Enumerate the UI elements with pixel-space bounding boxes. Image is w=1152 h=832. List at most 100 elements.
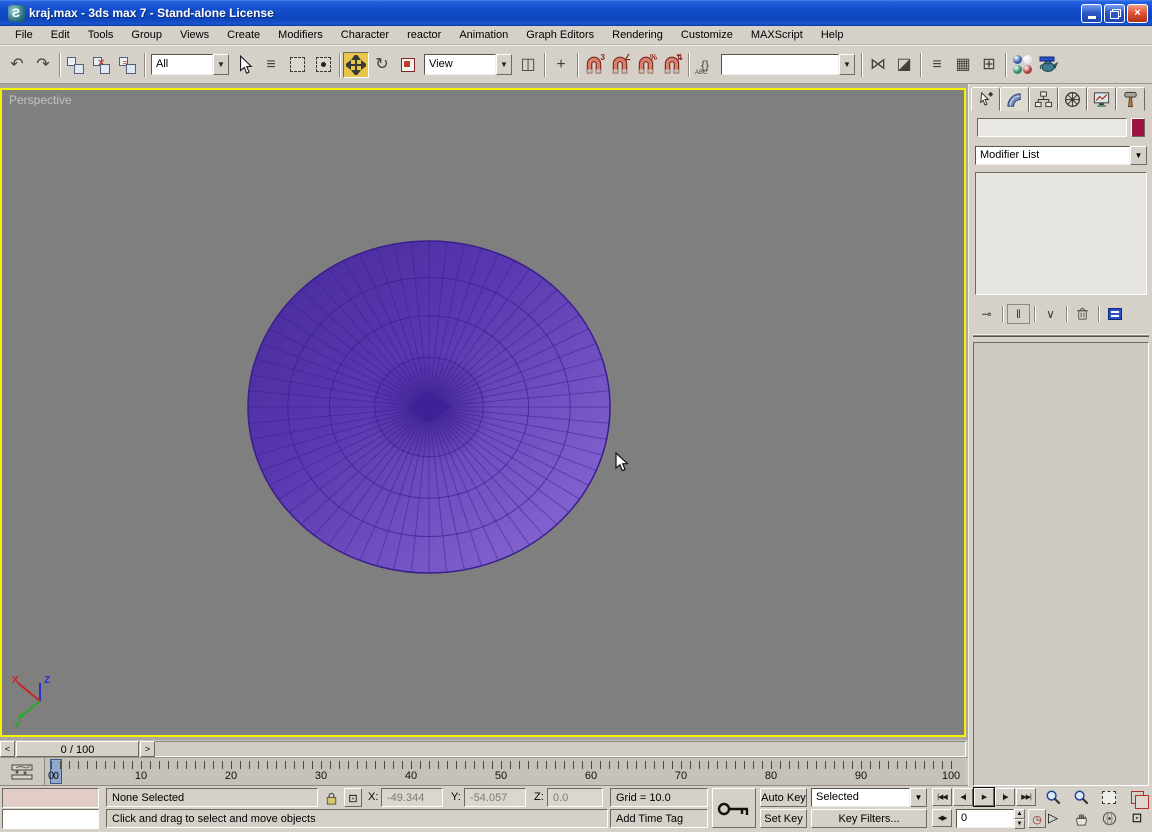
select-and-move-icon[interactable] <box>343 52 369 78</box>
absolute-offset-toggle-icon[interactable]: ⊡ <box>344 788 362 807</box>
tab-motion[interactable] <box>1058 87 1087 111</box>
remove-modifier-button[interactable] <box>1071 304 1094 324</box>
set-key-button[interactable]: Set Key <box>760 809 807 828</box>
chevron-down-icon[interactable]: ▼ <box>1130 146 1147 165</box>
use-pivot-point-center-icon[interactable]: ◫ <box>515 52 541 78</box>
menu-character[interactable]: Character <box>332 27 398 43</box>
menu-rendering[interactable]: Rendering <box>603 27 672 43</box>
menu-maxscript[interactable]: MAXScript <box>742 27 812 43</box>
open-mini-curve-editor-button[interactable] <box>4 761 40 783</box>
menu-customize[interactable]: Customize <box>672 27 742 43</box>
go-to-end-button[interactable]: ▶▶| <box>1016 788 1036 806</box>
menu-animation[interactable]: Animation <box>450 27 517 43</box>
key-mode-toggle-button[interactable]: ◀▶ <box>932 809 952 827</box>
chevron-down-icon[interactable]: ▼ <box>839 54 855 75</box>
selection-filter-dropdown[interactable]: All▼ <box>151 54 229 75</box>
time-slider-next-button[interactable]: > <box>140 741 155 757</box>
show-end-result-button[interactable]: ‖ <box>1007 304 1030 324</box>
previous-frame-button[interactable]: ◀| <box>953 788 973 806</box>
modifier-list-dropdown[interactable]: Modifier List ▼ <box>975 146 1147 165</box>
spinner-snap-icon[interactable]: ⇅ <box>659 52 685 78</box>
key-filter-selection-dropdown[interactable]: Selected ▼ <box>811 788 927 807</box>
reference-coordinate-dropdown[interactable]: View▼ <box>424 54 512 75</box>
menu-edit[interactable]: Edit <box>42 27 79 43</box>
menu-views[interactable]: Views <box>171 27 218 43</box>
title-bar[interactable]: S kraj.max - 3ds max 7 - Stand-alone Lic… <box>0 0 1152 26</box>
add-time-tag[interactable]: Add Time Tag <box>610 809 708 828</box>
field-of-view-icon[interactable]: ▷ <box>1040 809 1066 827</box>
tab-modify[interactable] <box>1000 87 1029 112</box>
tab-display[interactable] <box>1087 87 1116 111</box>
make-unique-button[interactable]: ∨ <box>1039 304 1062 324</box>
align-icon[interactable]: ◪ <box>891 52 917 78</box>
select-and-rotate-icon[interactable]: ↻ <box>369 52 395 78</box>
menu-file[interactable]: File <box>6 27 42 43</box>
chevron-down-icon[interactable]: ▼ <box>496 54 512 75</box>
rectangular-selection-region-icon[interactable] <box>284 52 310 78</box>
menu-tools[interactable]: Tools <box>79 27 123 43</box>
frame-spinner[interactable]: ▲▼ <box>1014 809 1025 828</box>
select-object-icon[interactable] <box>232 52 258 78</box>
bind-to-space-warp-icon[interactable]: ≈ <box>115 52 141 78</box>
tab-hierarchy[interactable] <box>1029 87 1058 111</box>
next-frame-button[interactable]: |▶ <box>995 788 1015 806</box>
unlink-selection-icon[interactable]: ✕ <box>89 52 115 78</box>
named-selection-dropdown[interactable]: ▼ <box>721 54 855 75</box>
maxscript-listener-line[interactable] <box>2 809 99 829</box>
time-slider-handle[interactable]: 0 / 100 <box>16 741 139 757</box>
object-name-field[interactable] <box>977 118 1127 137</box>
z-coord-field[interactable]: 0.0 <box>547 788 603 807</box>
modifier-stack-list[interactable] <box>975 172 1147 295</box>
tab-create[interactable] <box>971 87 1000 111</box>
current-frame-field[interactable]: 0 <box>956 809 1014 828</box>
maxscript-listener-macro-line[interactable] <box>2 788 99 808</box>
zoom-extents-icon[interactable] <box>1096 788 1122 806</box>
rollout-area[interactable] <box>973 342 1149 786</box>
go-to-start-button[interactable]: |◀◀ <box>932 788 952 806</box>
menu-reactor[interactable]: reactor <box>398 27 450 43</box>
undo-icon[interactable]: ↶ <box>4 52 30 78</box>
auto-key-button[interactable]: Auto Key <box>760 788 807 807</box>
selection-lock-icon[interactable] <box>322 788 340 807</box>
restore-button[interactable] <box>1104 4 1125 23</box>
menu-help[interactable]: Help <box>812 27 853 43</box>
redo-icon[interactable]: ↷ <box>30 52 56 78</box>
chevron-down-icon[interactable]: ▼ <box>910 788 927 807</box>
zoom-all-icon[interactable] <box>1068 788 1094 806</box>
schematic-view-icon[interactable]: ⊞ <box>976 52 1002 78</box>
track-bar-ruler[interactable]: 0 0102030405060708090100 <box>44 758 966 785</box>
min-max-toggle-icon[interactable]: ⊡ <box>1124 809 1150 827</box>
select-and-manipulate-icon[interactable]: + <box>548 52 574 78</box>
menu-group[interactable]: Group <box>122 27 171 43</box>
cone-object[interactable] <box>2 90 964 735</box>
key-filters-button[interactable]: Key Filters... <box>811 809 927 828</box>
select-by-name-icon[interactable]: ≡ <box>258 52 284 78</box>
angle-snap-icon[interactable]: ∠ <box>607 52 633 78</box>
chevron-down-icon[interactable]: ▼ <box>213 54 229 75</box>
render-scene-icon[interactable] <box>1035 52 1061 78</box>
named-selection-sets-icon[interactable]: {}ABC <box>692 52 718 78</box>
pan-icon[interactable] <box>1068 809 1094 827</box>
y-coord-field[interactable]: -54.057 <box>464 788 526 807</box>
object-color-swatch[interactable] <box>1131 118 1145 137</box>
percent-snap-icon[interactable]: % <box>633 52 659 78</box>
set-keys-button[interactable] <box>712 788 756 828</box>
time-slider-prev-button[interactable]: < <box>0 741 15 757</box>
layer-manager-icon[interactable]: ≡ <box>924 52 950 78</box>
material-editor-icon[interactable] <box>1009 52 1035 78</box>
x-coord-field[interactable]: -49.344 <box>381 788 443 807</box>
select-and-scale-icon[interactable] <box>395 52 421 78</box>
select-and-link-icon[interactable] <box>63 52 89 78</box>
zoom-icon[interactable] <box>1040 788 1066 806</box>
menu-graph-editors[interactable]: Graph Editors <box>517 27 603 43</box>
window-crossing-icon[interactable] <box>310 52 336 78</box>
close-button[interactable]: × <box>1127 4 1148 23</box>
tab-utilities[interactable] <box>1116 87 1145 111</box>
mirror-icon[interactable]: ⋈ <box>865 52 891 78</box>
arc-rotate-icon[interactable] <box>1096 809 1122 827</box>
configure-modifier-sets-button[interactable] <box>1103 304 1126 324</box>
menu-modifiers[interactable]: Modifiers <box>269 27 332 43</box>
pin-stack-button[interactable]: ⊸ <box>975 304 998 324</box>
perspective-viewport[interactable]: Perspective X Z Y <box>0 88 966 737</box>
menu-create[interactable]: Create <box>218 27 269 43</box>
